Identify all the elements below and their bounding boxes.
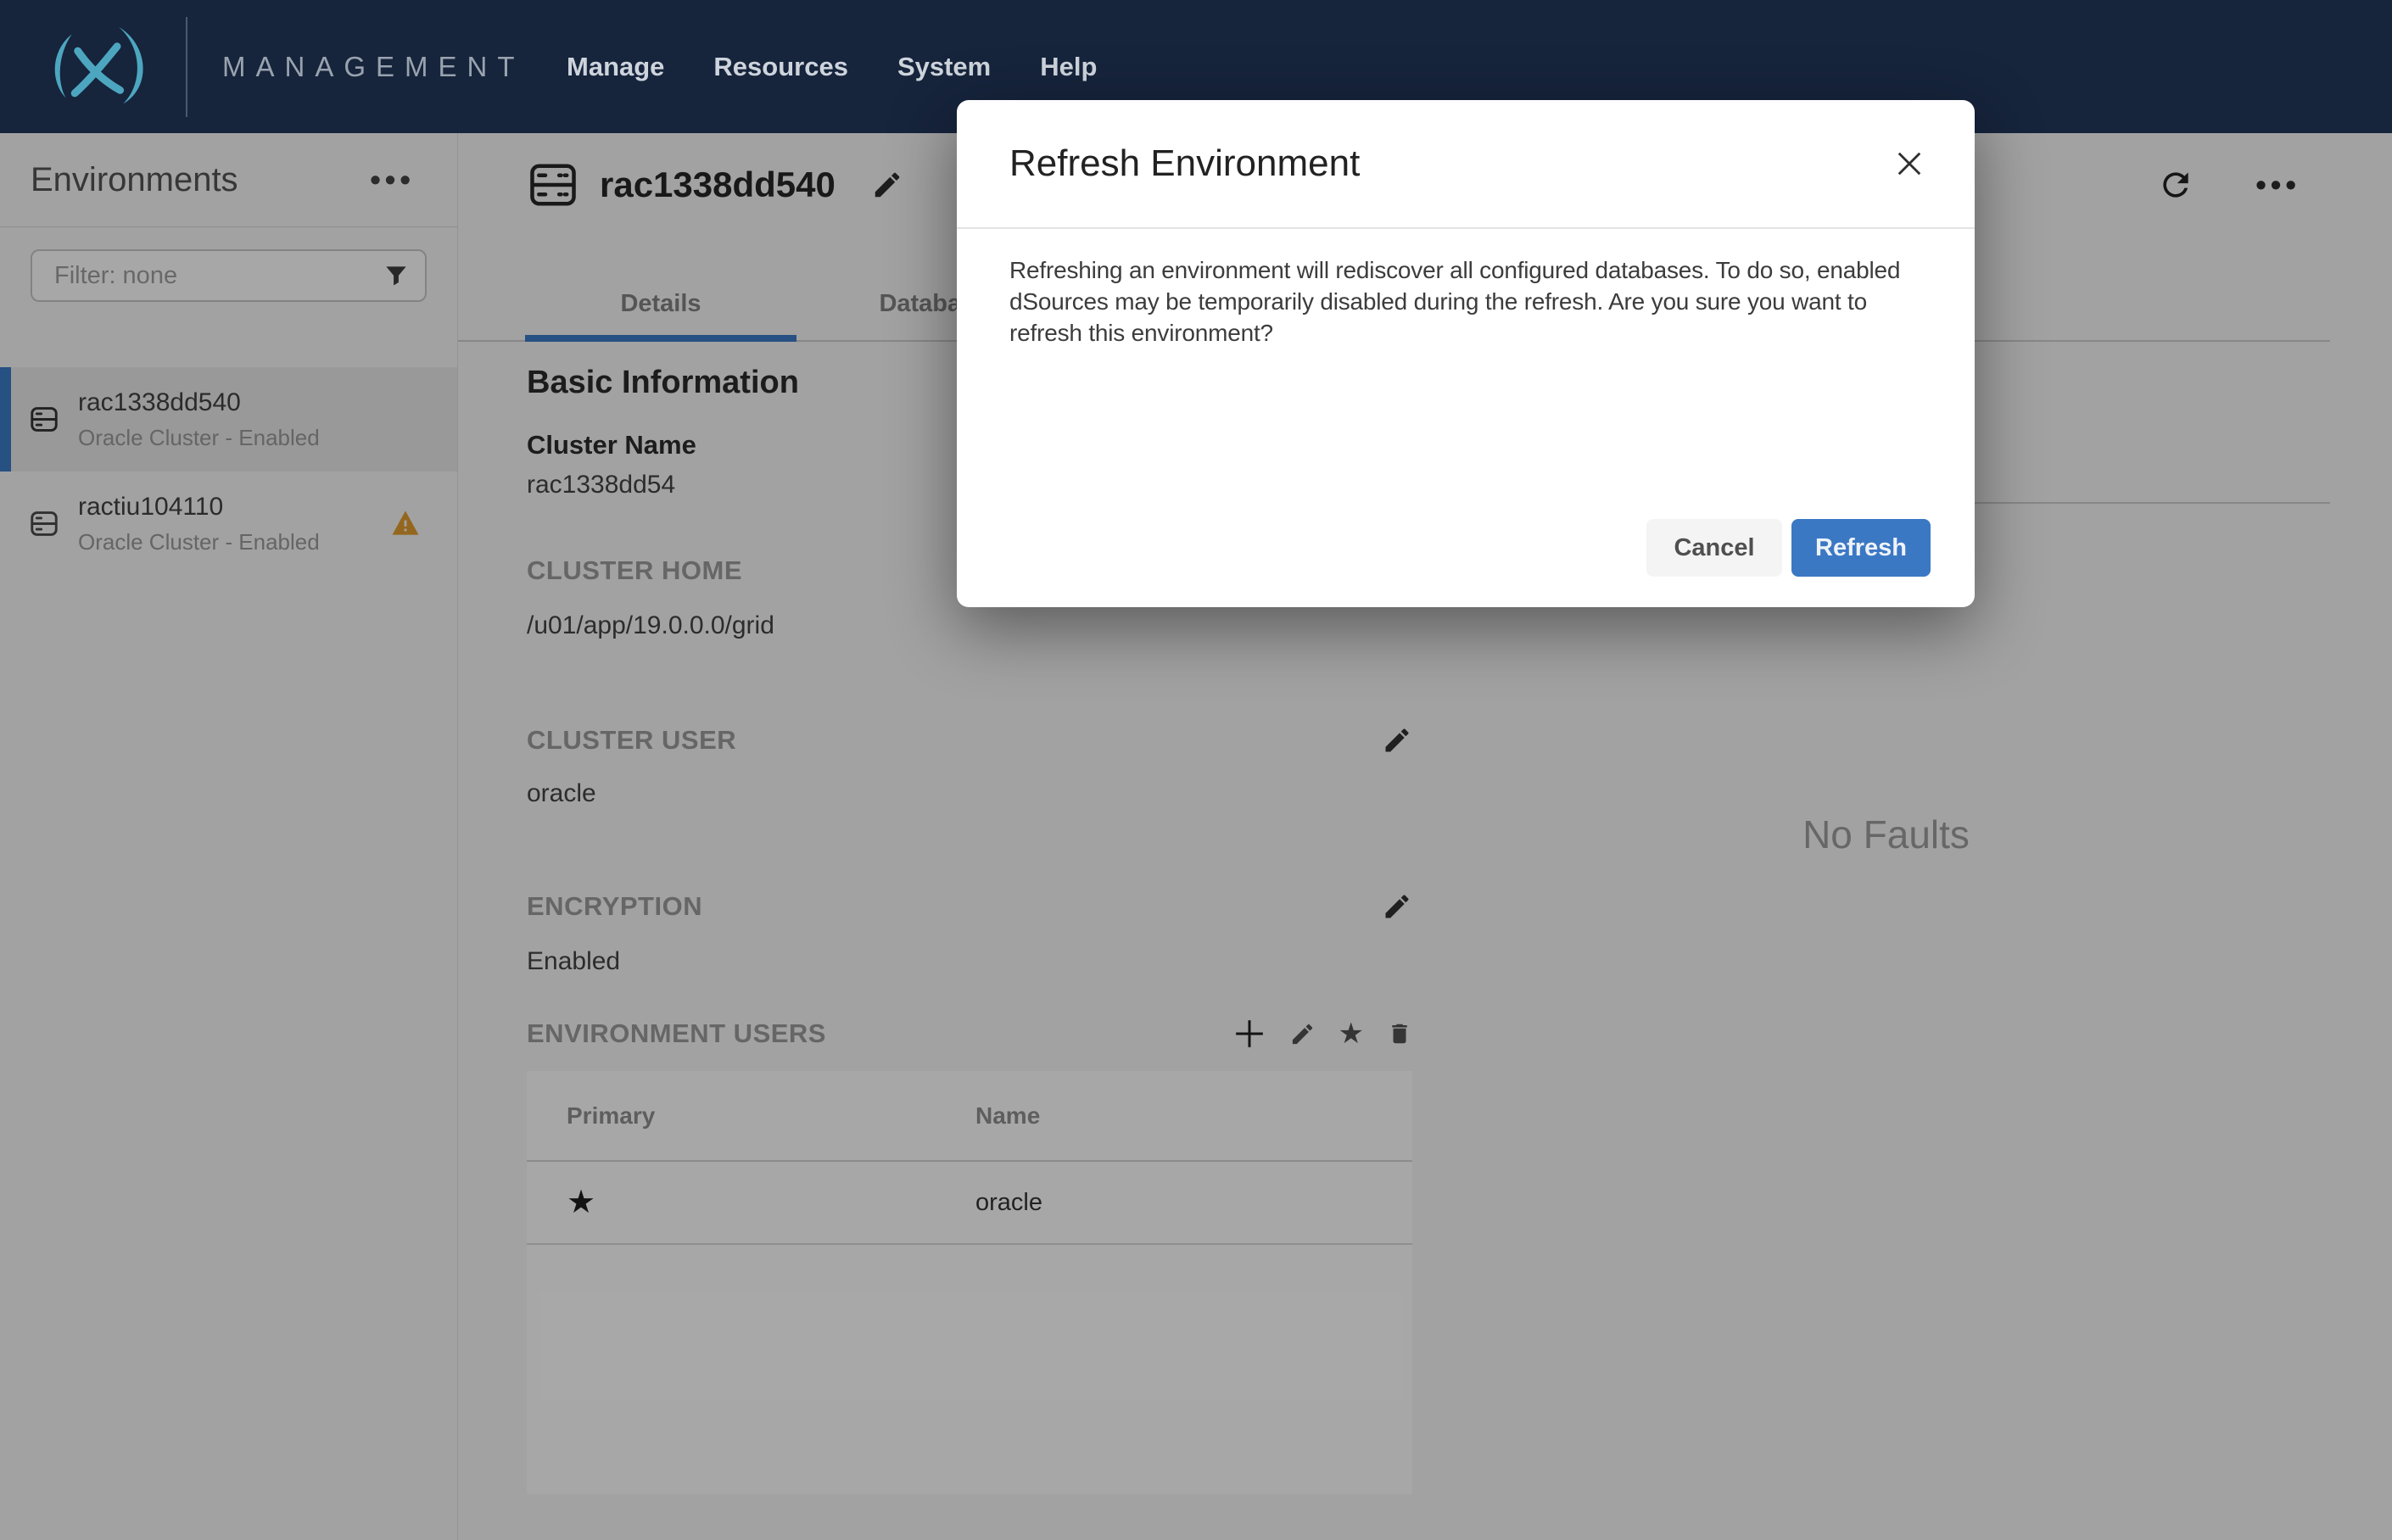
product-name: MANAGEMENT [222, 50, 525, 82]
refresh-environment-dialog: Refresh Environment Refreshing an enviro… [957, 100, 1975, 607]
cancel-button[interactable]: Cancel [1646, 519, 1782, 577]
delphix-logo-icon[interactable] [38, 24, 155, 107]
nav-item-resources[interactable]: Resources [713, 52, 848, 82]
close-icon[interactable] [1892, 146, 1927, 181]
nav-item-help[interactable]: Help [1040, 52, 1097, 82]
nav-divider [186, 17, 187, 117]
dialog-message: Refreshing an environment will rediscove… [1009, 257, 1901, 346]
nav-item-manage[interactable]: Manage [567, 52, 664, 82]
refresh-button[interactable]: Refresh [1791, 519, 1931, 577]
nav-item-system[interactable]: System [897, 52, 991, 82]
dialog-title: Refresh Environment [1009, 142, 1361, 184]
